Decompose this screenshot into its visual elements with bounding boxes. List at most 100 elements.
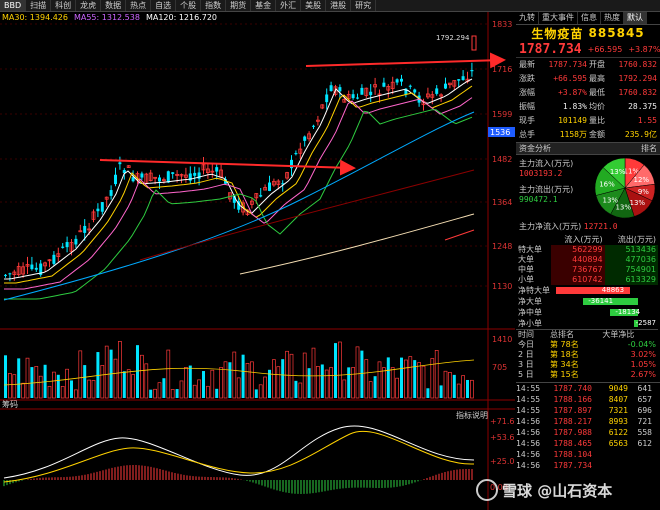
price-axis-label: 1248 — [492, 242, 512, 251]
rank-value: 1.05% — [630, 360, 656, 369]
toolbar-item[interactable]: 数据 — [101, 0, 127, 11]
candle-body — [118, 162, 122, 165]
candle-body — [171, 172, 175, 174]
rank-row: 2 日 第 18名 3.02% — [516, 350, 658, 360]
candle-body — [259, 195, 263, 197]
net-row: 净小单 -2587 — [516, 318, 660, 329]
toolbar-item[interactable]: 热点 — [126, 0, 152, 11]
last-price: 1787.734 — [519, 41, 582, 57]
toolbar-item[interactable]: 期货 — [226, 0, 252, 11]
indicator-help[interactable]: 指标说明 — [456, 410, 488, 420]
panel-tab[interactable]: 热度 — [601, 12, 624, 24]
candle-body — [294, 153, 298, 155]
pie-label: 16% — [599, 180, 615, 188]
tick-count: 657 — [637, 395, 652, 404]
volume-bar — [334, 343, 337, 398]
candle-body — [52, 254, 56, 264]
candle-body — [395, 79, 399, 83]
rank-time: 5 日 — [518, 370, 534, 379]
rank-time: 3 日 — [518, 360, 534, 369]
toolbar-item[interactable]: 指数 — [201, 0, 227, 11]
rank-table: 时间 总排名 大单净比 今日第 78名 -0.04% 2 日第 18名 3.02% 3 日第 … — [516, 329, 658, 380]
tick-volume: 6122 — [608, 428, 628, 437]
flow-out: 513436 — [604, 245, 658, 255]
toolbar-item[interactable]: 美股 — [301, 0, 327, 11]
main-in-value: 1003193.2 — [519, 169, 563, 178]
candle-body — [470, 70, 474, 72]
rank-pos: 第 18名 — [550, 350, 579, 359]
toolbar-item[interactable]: 龙虎 — [76, 0, 102, 11]
toolbar-item[interactable]: 扫描 — [26, 0, 52, 11]
tick-row: 14:55 1787.740 9049 641 — [516, 383, 660, 394]
volume-bar — [373, 376, 377, 398]
net-row-label: 净特大单 — [518, 286, 550, 295]
tick-volume — [592, 460, 628, 471]
main-out-label: 主力流出(万元) — [519, 185, 574, 194]
panel-tab[interactable]: 信息 — [578, 12, 601, 24]
price-axis-label: 1130 — [492, 282, 512, 291]
toolbar-item[interactable]: BBD — [0, 0, 27, 11]
volume-bar — [228, 362, 232, 398]
net-row-value: -36141 — [588, 297, 614, 305]
fund-analysis-title[interactable]: 资金分析 — [519, 143, 551, 154]
net-flow-bars: 净特大单 48863 净大单 -36141 净中单 -18134 净小单 -2587 — [516, 285, 660, 329]
pie-label: 12% — [634, 176, 650, 184]
volume-bar — [439, 385, 443, 398]
candle-body — [83, 225, 87, 233]
quote-label: 最新 — [519, 60, 535, 69]
toolbar-item[interactable]: 个股 — [176, 0, 202, 11]
net-row-value: -2587 — [635, 319, 656, 327]
net-row-label: 净中单 — [518, 308, 542, 317]
tick-volume: 8407 — [608, 395, 628, 404]
tick-price: 1787.740 — [553, 384, 592, 393]
pie-label: 13% — [603, 196, 619, 204]
tick-price: 1788.166 — [553, 395, 592, 404]
candle-body — [34, 267, 38, 270]
volume-bar — [254, 389, 258, 398]
fund-analysis-header[interactable]: 资金分析 排名 — [516, 142, 660, 155]
panel-tab[interactable]: 默认 — [624, 12, 647, 24]
price-axis-label: 1482 — [492, 155, 512, 164]
kline-chart[interactable]: 1833 1716 1599 1482 1364 1248 1130 1536 1410 705 +… — [0, 0, 515, 510]
toolbar-item[interactable]: 外汇 — [276, 0, 302, 11]
price-row: 1787.734 +66.595 +3.87% — [516, 41, 660, 58]
toolbar-item[interactable]: 港股 — [326, 0, 352, 11]
candle-body — [329, 85, 333, 92]
volume-bar — [215, 388, 219, 398]
rank-pos: 第 78名 — [550, 340, 579, 349]
candle-body — [96, 208, 100, 212]
flow-header: 流入(万元) — [564, 235, 603, 244]
rank-time: 今日 — [518, 340, 534, 349]
tick-count — [628, 449, 652, 460]
pie-label: 13% — [615, 204, 631, 212]
flow-name: 中单 — [518, 265, 534, 274]
toolbar-item[interactable]: 科创 — [51, 0, 77, 11]
toolbar-item[interactable]: 基金 — [251, 0, 277, 11]
ma-legend-item: MA120: 1216.720 — [145, 13, 217, 22]
tick-count: 721 — [637, 417, 652, 426]
volume-bar — [202, 371, 205, 398]
flow-out: 754901 — [604, 265, 658, 275]
pie-label: 13% — [610, 168, 626, 176]
indicator-name: 筹码 — [2, 399, 18, 409]
flow-in: 440894 — [551, 255, 605, 265]
volume-bar — [162, 378, 166, 398]
volume-axis-label: 1410 — [492, 335, 512, 344]
candle-body — [140, 173, 144, 178]
volume-bar — [360, 350, 364, 398]
panel-tab[interactable]: 九转 — [516, 12, 539, 24]
rank-header: 大单净比 — [602, 330, 635, 339]
rank-pos: 第 15名 — [550, 370, 579, 379]
candle-body — [158, 177, 161, 182]
toolbar-item[interactable]: 研究 — [351, 0, 377, 11]
candle-body — [369, 91, 373, 96]
panel-tab[interactable]: 重大事件 — [539, 12, 578, 24]
stock-code: 885845 — [588, 26, 645, 40]
fund-rank-tab[interactable]: 排名 — [641, 143, 657, 154]
stock-name: 生物疫苗 — [531, 26, 584, 41]
tick-price: 1787.897 — [553, 406, 592, 415]
rank-row: 5 日 第 15名 2.67% — [516, 370, 658, 380]
toolbar-item[interactable]: 自选 — [151, 0, 177, 11]
net-row-label: 净大单 — [518, 297, 542, 306]
volume-bar — [386, 357, 390, 398]
